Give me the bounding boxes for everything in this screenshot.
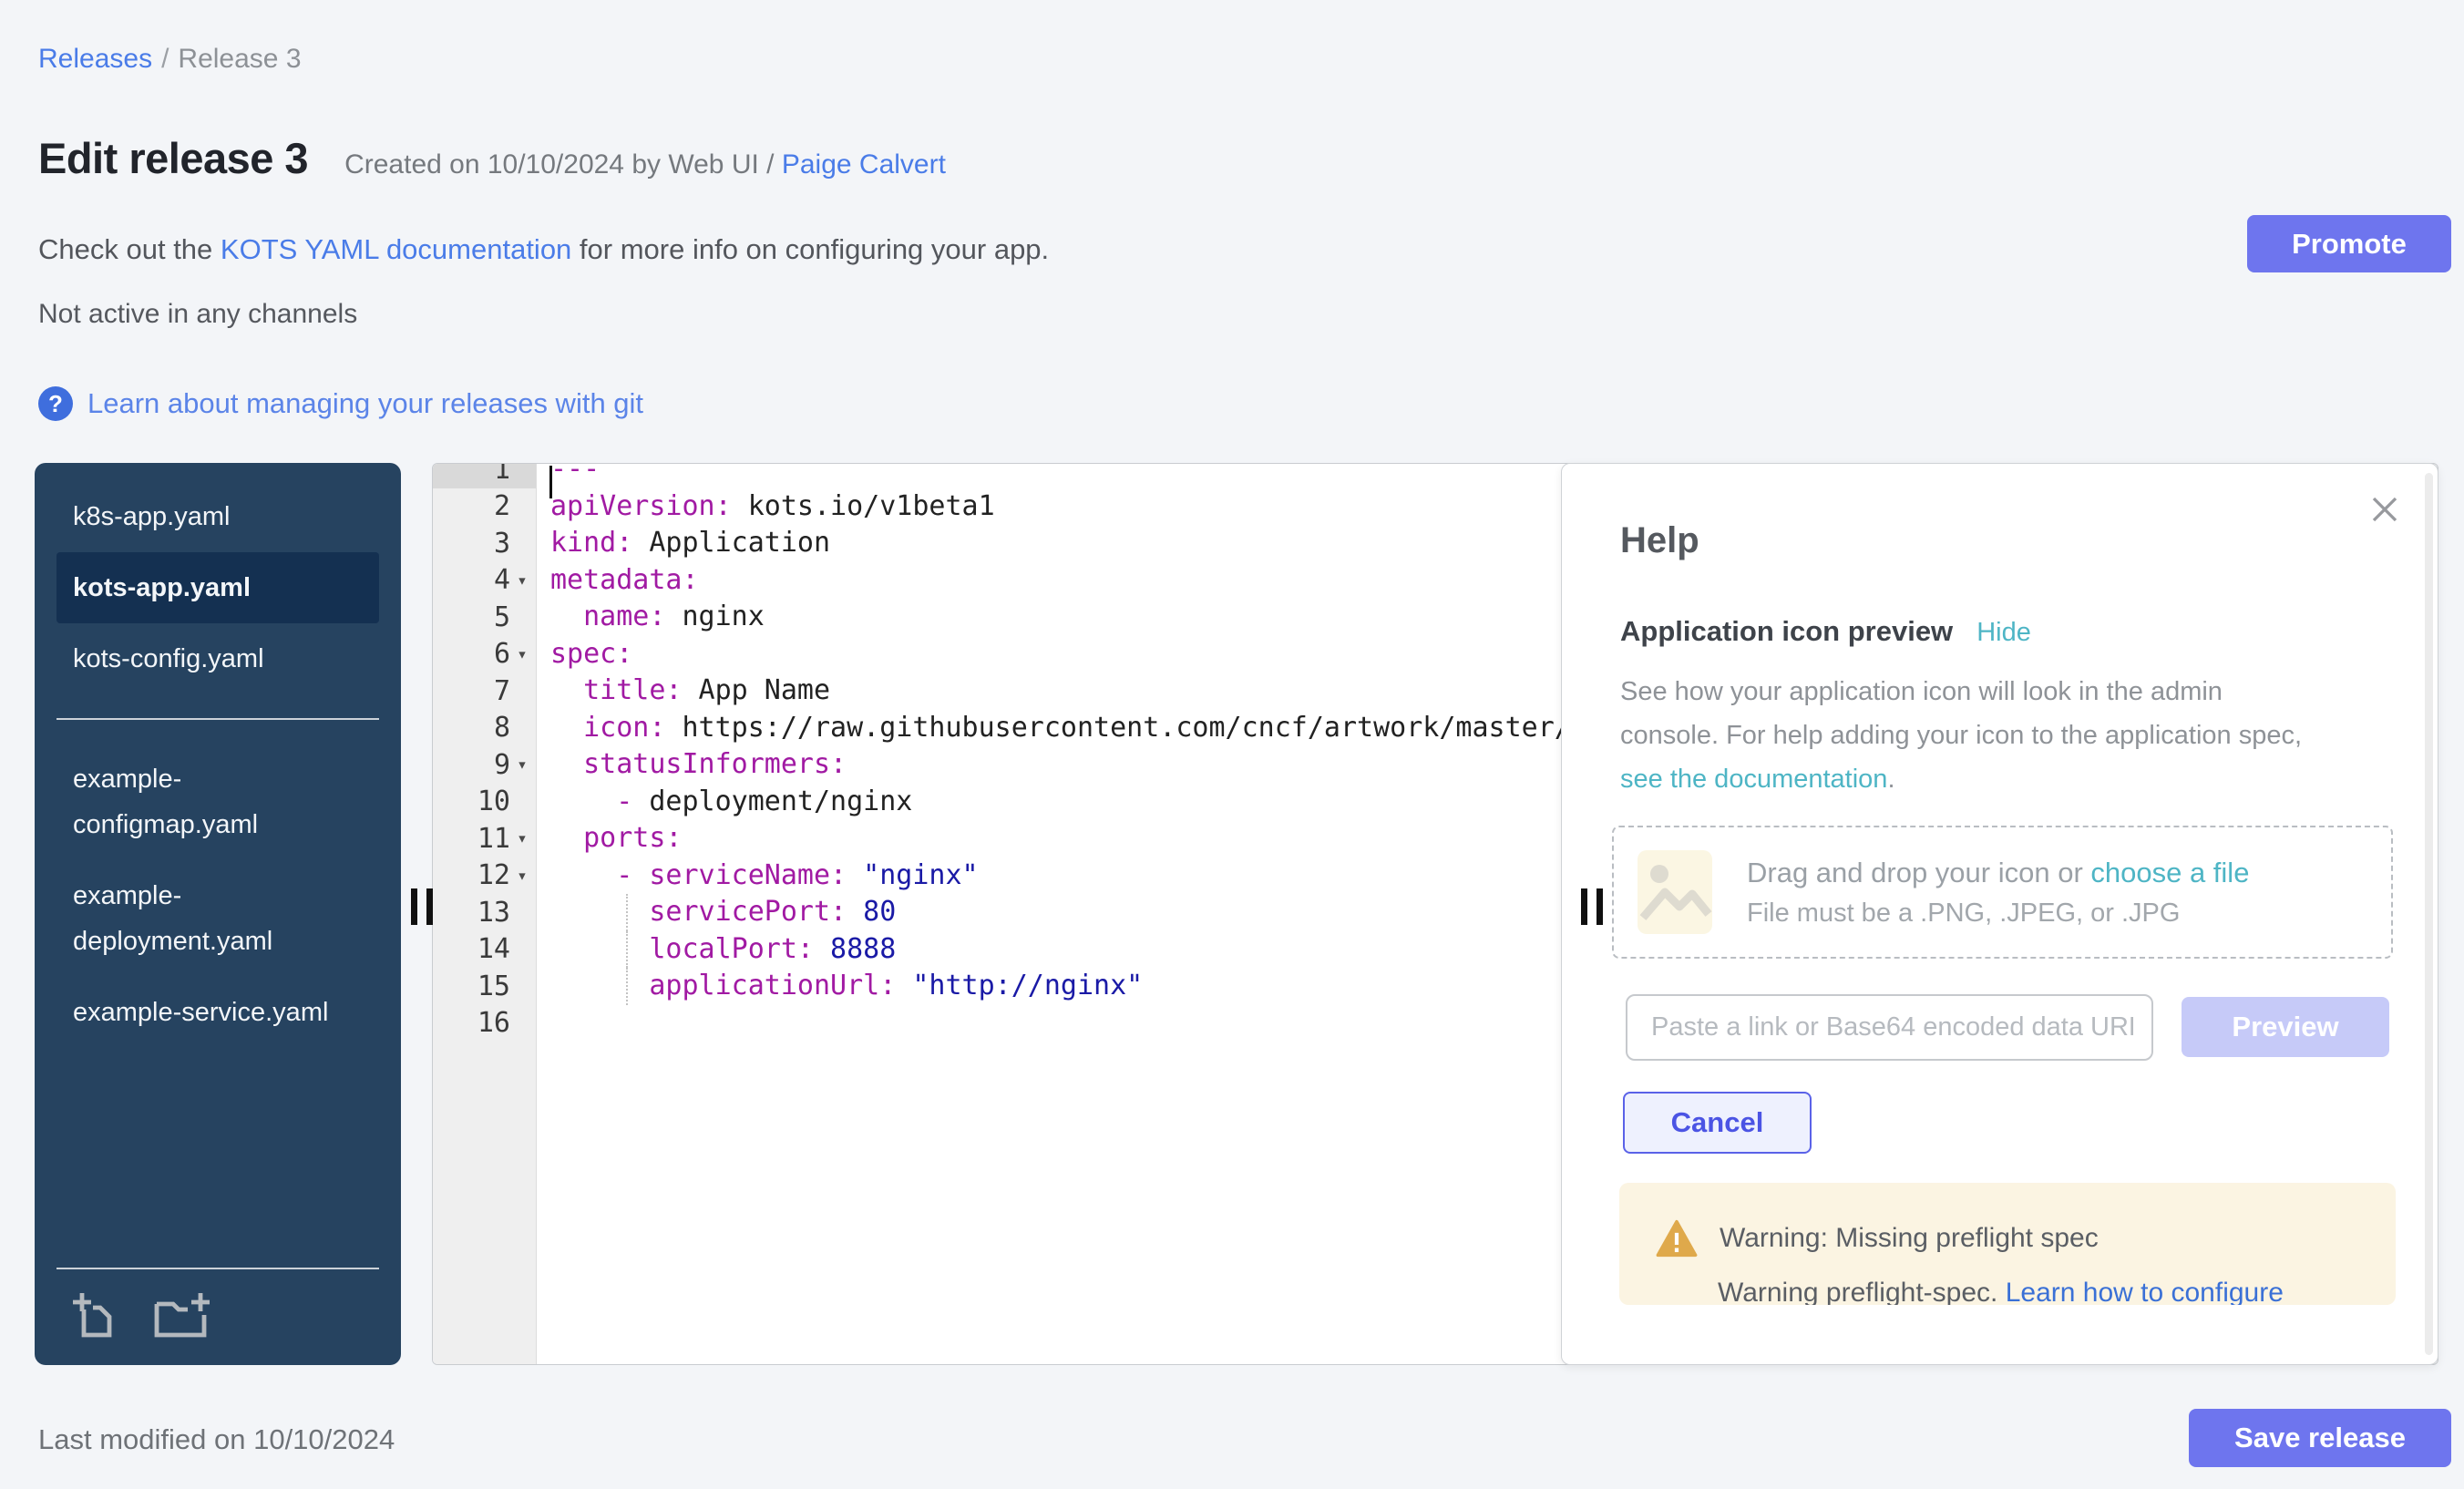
git-banner: ? Learn about managing your releases wit… — [38, 386, 643, 421]
preview-button[interactable]: Preview — [2182, 997, 2389, 1057]
intro-pre: Check out the — [38, 233, 221, 265]
warning-icon — [1656, 1219, 1698, 1258]
dropzone-text: Drag and drop your icon or choose a file… — [1747, 857, 2249, 929]
file-tree-toolbar — [56, 1268, 379, 1343]
file-tree-item[interactable]: kots-config.yaml — [56, 623, 379, 694]
app-icon-preview-title: Application icon preview — [1620, 615, 1953, 648]
file-tree: k8s-app.yamlkots-app.yamlkots-config.yam… — [35, 463, 401, 1365]
fold-arrow-icon[interactable]: ▾ — [510, 866, 534, 886]
gutter-line: 15 — [433, 968, 536, 1005]
breadcrumb: Releases / Release 3 — [38, 44, 302, 75]
file-tree-item[interactable]: k8s-app.yaml — [56, 481, 379, 552]
gutter-line: 6▾ — [433, 636, 536, 673]
gutter-line: 4▾ — [433, 562, 536, 600]
file-tree-item[interactable]: example-service.yaml — [56, 977, 379, 1048]
kots-docs-link[interactable]: KOTS YAML documentation — [221, 233, 571, 265]
warning-body-text: Warning preflight-spec. — [1718, 1278, 2006, 1305]
icon-dropzone[interactable]: Drag and drop your icon or choose a file… — [1612, 826, 2393, 959]
editor-gutter[interactable]: 1234▾56▾789▾1011▾12▾13141516 — [433, 464, 537, 1364]
new-file-icon — [69, 1289, 120, 1340]
gutter-line: 14 — [433, 931, 536, 969]
fold-arrow-icon[interactable]: ▾ — [510, 828, 534, 848]
help-panel: Help Application icon preview Hide See h… — [1561, 463, 2438, 1365]
gutter-line: 7 — [433, 673, 536, 710]
intro-post: for more info on configuring your app. — [571, 233, 1049, 265]
git-releases-link[interactable]: Learn about managing your releases with … — [87, 387, 643, 420]
fold-arrow-icon[interactable]: ▾ — [510, 570, 534, 590]
help-panel-scrollbar[interactable] — [2425, 473, 2433, 1355]
close-button[interactable] — [2368, 493, 2401, 529]
indent-guide — [626, 968, 628, 1005]
gutter-line: 5 — [433, 599, 536, 636]
gutter-line: 12▾ — [433, 857, 536, 895]
choose-file-link[interactable]: choose a file — [2090, 857, 2249, 888]
see-documentation-link[interactable]: see the documentation — [1620, 765, 1887, 794]
new-folder-button[interactable] — [151, 1289, 213, 1343]
resize-handle-left[interactable] — [411, 888, 433, 925]
question-circle-icon: ? — [38, 386, 73, 421]
icon-url-input[interactable] — [1626, 994, 2153, 1061]
breadcrumb-separator: / — [161, 44, 169, 74]
breadcrumb-link-releases[interactable]: Releases — [38, 44, 152, 74]
dropzone-line1: Drag and drop your icon or — [1747, 857, 2090, 888]
gutter-line: 2 — [433, 488, 536, 526]
gutter-line: 13 — [433, 894, 536, 931]
file-tree-item[interactable]: example-deployment.yaml — [56, 860, 379, 977]
gutter-line: 16 — [433, 1005, 536, 1042]
help-description-line3: see the documentation. — [1620, 757, 2302, 801]
page-title: Edit release 3 — [38, 133, 308, 183]
title-row: Edit release 3 Created on 10/10/2024 by … — [38, 133, 946, 183]
gutter-line: 3 — [433, 525, 536, 562]
dropzone-filetypes: File must be a .PNG, .JPEG, or .JPG — [1747, 899, 2249, 929]
warning-body: Warning preflight-spec. Learn how to con… — [1718, 1278, 2368, 1305]
file-tree-items: k8s-app.yamlkots-app.yamlkots-config.yam… — [35, 481, 401, 1048]
channel-status: Not active in any channels — [38, 299, 357, 330]
new-file-button[interactable] — [69, 1289, 120, 1343]
intro-text: Check out the KOTS YAML documentation fo… — [38, 233, 1049, 266]
file-tree-divider — [56, 718, 379, 720]
created-prefix: Created on 10/10/2024 by Web UI / — [344, 149, 782, 180]
close-icon — [2368, 493, 2401, 526]
fold-arrow-icon[interactable]: ▾ — [510, 755, 534, 775]
help-description-line1: See how your application icon will look … — [1620, 670, 2302, 714]
help-description: See how your application icon will look … — [1620, 670, 2302, 801]
gutter-line: 10 — [433, 784, 536, 821]
hide-link[interactable]: Hide — [1976, 618, 2031, 648]
gutter-line: 9▾ — [433, 746, 536, 784]
gutter-lines: 1234▾56▾789▾1011▾12▾13141516 — [433, 463, 536, 1042]
gutter-line: 1 — [433, 463, 536, 488]
save-release-button[interactable]: Save release — [2189, 1409, 2451, 1467]
new-folder-icon — [151, 1289, 213, 1340]
resize-handle-right[interactable] — [1581, 888, 1603, 925]
breadcrumb-current: Release 3 — [178, 44, 301, 74]
last-modified: Last modified on 10/10/2024 — [38, 1423, 395, 1456]
image-placeholder-icon — [1636, 848, 1714, 936]
gutter-line: 8 — [433, 710, 536, 747]
help-panel-title: Help — [1620, 520, 1699, 561]
created-by-link[interactable]: Paige Calvert — [782, 149, 946, 180]
cancel-button[interactable]: Cancel — [1623, 1092, 1812, 1154]
description-suffix: . — [1887, 765, 1894, 794]
promote-button[interactable]: Promote — [2247, 215, 2451, 272]
warning-configure-link[interactable]: Learn how to configure — [2006, 1278, 2284, 1305]
gutter-line: 11▾ — [433, 820, 536, 857]
indent-guide — [626, 894, 628, 931]
warning-title: Warning: Missing preflight spec — [1720, 1223, 2099, 1254]
indent-guide — [626, 931, 628, 969]
help-description-line2: console. For help adding your icon to th… — [1620, 714, 2302, 757]
file-tree-item[interactable]: example-configmap.yaml — [56, 744, 379, 860]
release-editor-area: k8s-app.yamlkots-app.yamlkots-config.yam… — [35, 463, 2438, 1365]
warning-banner: Warning: Missing preflight spec Warning … — [1619, 1183, 2396, 1305]
created-info: Created on 10/10/2024 by Web UI / Paige … — [344, 149, 946, 180]
app-icon-preview-header: Application icon preview Hide — [1620, 615, 2031, 648]
file-tree-item[interactable]: kots-app.yaml — [56, 552, 379, 623]
fold-arrow-icon[interactable]: ▾ — [510, 644, 534, 664]
